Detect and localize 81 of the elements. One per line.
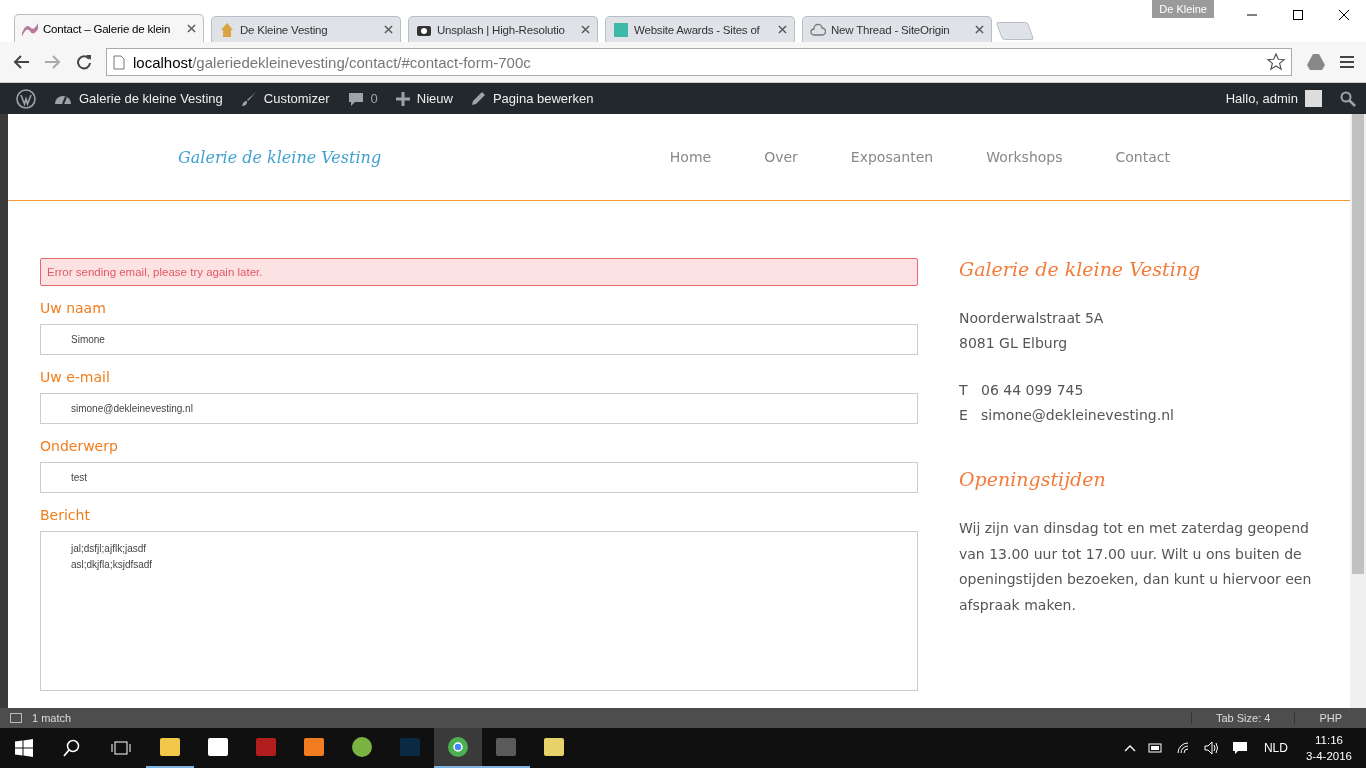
- close-icon[interactable]: [1338, 9, 1350, 21]
- language-indicator[interactable]: NLD: [1263, 741, 1288, 755]
- task-view-icon[interactable]: [111, 740, 131, 756]
- favicon-icon: [810, 21, 826, 38]
- panel-icon[interactable]: [10, 713, 22, 723]
- address-bar[interactable]: localhost/galeriedekleinevesting/contact/#contact-form-700c: [106, 48, 1292, 76]
- reload-icon[interactable]: [76, 54, 92, 70]
- field-label: Uw e-mail: [40, 369, 111, 385]
- close-tab-icon[interactable]: [581, 25, 590, 34]
- search-icon[interactable]: [1340, 90, 1356, 107]
- close-tab-icon[interactable]: [778, 25, 787, 34]
- comment-bubble-icon: [347, 90, 364, 107]
- app-icon: [447, 736, 469, 758]
- app-icon: [495, 736, 517, 758]
- sidebar-heading: Openingstijden: [959, 468, 1107, 490]
- app-icon: [351, 736, 373, 758]
- maximize-icon[interactable]: [1292, 9, 1304, 21]
- browser-tab[interactable]: New Thread - SiteOrigin: [802, 16, 992, 42]
- browser-tab[interactable]: Unsplash | High-Resolutio: [408, 16, 598, 42]
- menu-icon[interactable]: [1340, 55, 1354, 69]
- nav-link[interactable]: Contact: [1115, 149, 1170, 165]
- browser-tab[interactable]: Contact – Galerie de klein: [14, 14, 204, 42]
- nav-link[interactable]: Home: [669, 149, 712, 165]
- favicon-icon: [219, 21, 235, 38]
- site-name-link[interactable]: Galerie de kleine Vesting: [54, 90, 223, 107]
- back-arrow-icon[interactable]: [12, 54, 30, 70]
- tab-size-status[interactable]: Tab Size: 4: [1190, 712, 1295, 724]
- app-icon: [207, 736, 229, 758]
- nav-link[interactable]: Over: [764, 149, 798, 165]
- new-link[interactable]: Nieuw: [395, 91, 453, 106]
- field-label: Bericht: [40, 507, 91, 523]
- start-icon[interactable]: [15, 739, 33, 757]
- address-line: Noorderwalstraat 5A: [959, 309, 1105, 328]
- customizer-link[interactable]: Customizer: [240, 90, 330, 107]
- app-icon: [159, 736, 181, 758]
- find-status: 1 match: [32, 712, 72, 724]
- input-field[interactable]: Simone: [40, 324, 918, 355]
- field-label: Onderwerp: [40, 438, 119, 454]
- contact-label: T: [959, 381, 969, 400]
- nav-link[interactable]: Exposanten: [850, 149, 934, 165]
- wordpress-logo-icon[interactable]: [16, 88, 36, 109]
- field-label: Uw naam: [40, 300, 107, 316]
- drive-icon[interactable]: [1306, 53, 1326, 71]
- account-link[interactable]: Hallo, admin: [1225, 90, 1322, 107]
- chevron-up-icon[interactable]: [1123, 744, 1136, 752]
- app-icon: [399, 736, 421, 758]
- pencil-icon: [470, 91, 486, 106]
- edit-page-link[interactable]: Pagina bewerken: [470, 91, 594, 106]
- syntax-status[interactable]: PHP: [1294, 712, 1366, 724]
- message-field[interactable]: jal;dsfjl;ajflk;jasdf asl;dkjfla;ksjdfsadf: [40, 531, 918, 691]
- taskbar-app[interactable]: [434, 728, 482, 768]
- opening-hours-text: Wij zijn van dinsdag tot en met zaterdag geopend van 13.00 uur tot 17.00 uur. Wilt u ons buiten de openingstijden bezoeken, dan kunt u hiervoor een afspraak maken.: [959, 519, 1313, 615]
- search-icon[interactable]: [63, 739, 81, 757]
- nav-link[interactable]: Workshops: [986, 149, 1063, 165]
- error-message: Error sending email, please try again later.: [40, 258, 918, 286]
- brush-icon: [240, 90, 257, 107]
- browser-tab[interactable]: Website Awards - Sites of: [605, 16, 795, 42]
- bookmark-star-icon[interactable]: [1267, 53, 1285, 71]
- notification-icon[interactable]: [1231, 741, 1248, 755]
- close-tab-icon[interactable]: [187, 24, 196, 33]
- app-icon: [255, 736, 277, 758]
- browser-tab[interactable]: De Kleine Vesting: [211, 16, 401, 42]
- clock[interactable]: 11:16 3-4-2016: [1305, 732, 1352, 764]
- scrollbar-thumb[interactable]: [1352, 114, 1364, 574]
- app-icon: [303, 736, 325, 758]
- close-tab-icon[interactable]: [975, 25, 984, 34]
- contact-value: 06 44 099 745: [981, 381, 1084, 400]
- contact-label: E: [959, 406, 969, 425]
- plus-icon: [395, 91, 410, 106]
- page-icon: [113, 54, 125, 70]
- address-line: 8081 GL Elburg: [959, 334, 1069, 353]
- input-field[interactable]: simone@dekleinevesting.nl: [40, 393, 918, 424]
- favicon-icon: [613, 21, 629, 38]
- close-tab-icon[interactable]: [384, 25, 393, 34]
- speaker-icon[interactable]: [1203, 741, 1220, 755]
- input-field[interactable]: test: [40, 462, 918, 493]
- sidebar-heading: Galerie de kleine Vesting: [959, 258, 1202, 280]
- contact-value: simone@dekleinevesting.nl: [981, 406, 1174, 425]
- battery-icon[interactable]: [1147, 742, 1164, 754]
- comments-link[interactable]: 0: [347, 90, 378, 107]
- app-icon: [543, 736, 565, 758]
